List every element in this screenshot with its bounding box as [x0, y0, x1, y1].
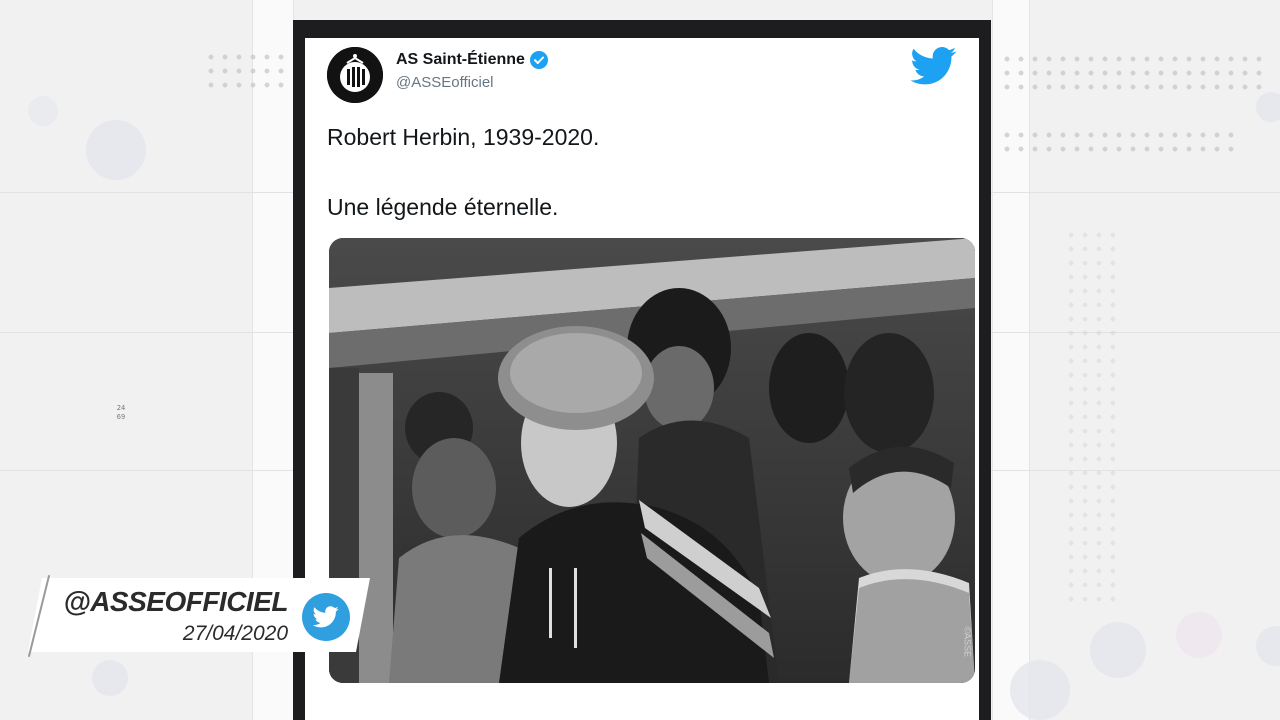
handle-banner: @ASSEOFFICIEL 27/04/2020 — [27, 575, 370, 657]
side-code-label: 2469 — [116, 404, 126, 421]
tweet-text-line: Une légende éternelle. — [327, 194, 559, 220]
background-icon-circle — [86, 120, 146, 180]
background-dot-grid — [1000, 128, 1236, 160]
twitter-bird-icon — [911, 47, 957, 85]
club-logo-avatar[interactable] — [327, 47, 383, 103]
background-icon-circle — [1090, 622, 1146, 678]
tweet-text-line: Robert Herbin, 1939-2020. — [327, 124, 600, 150]
background-icon-circle — [28, 96, 58, 126]
account-handle[interactable]: @ASSEofficiel — [396, 74, 494, 91]
tweet-card: AS Saint-Étienne @ASSEofficiel Robert He… — [305, 38, 979, 720]
tweet-photo[interactable]: ©ASSE — [329, 238, 975, 683]
verified-badge-icon — [529, 51, 548, 69]
background-dot-grid — [204, 50, 292, 96]
account-name[interactable]: AS Saint-Étienne — [396, 51, 548, 69]
background-icon-circle — [1176, 612, 1222, 658]
background-icon-circle — [1256, 92, 1280, 122]
tweet-frame: AS Saint-Étienne @ASSEofficiel Robert He… — [293, 20, 991, 720]
background-dot-grid — [1000, 52, 1270, 94]
background-icon-circle — [1010, 660, 1070, 720]
twitter-bird-glyph-icon — [313, 606, 339, 628]
account-name-text: AS Saint-Étienne — [396, 51, 525, 68]
background-icon-circle — [92, 660, 128, 696]
club-crest-icon — [327, 47, 383, 103]
twitter-bird-icon — [302, 593, 350, 641]
background-panel-right — [992, 0, 1030, 720]
background-icon-circle — [1256, 626, 1280, 666]
photo-credit: ©ASSE — [963, 626, 973, 657]
broadcast-frame: 2469 AS Saint-Étienne @ASSEofficiel Robe… — [0, 0, 1280, 720]
background-dot-grid — [1064, 228, 1124, 608]
photo-image — [329, 238, 975, 683]
banner-handle: @ASSEOFFICIEL — [63, 586, 288, 617]
banner-date: 27/04/2020 — [182, 622, 288, 645]
